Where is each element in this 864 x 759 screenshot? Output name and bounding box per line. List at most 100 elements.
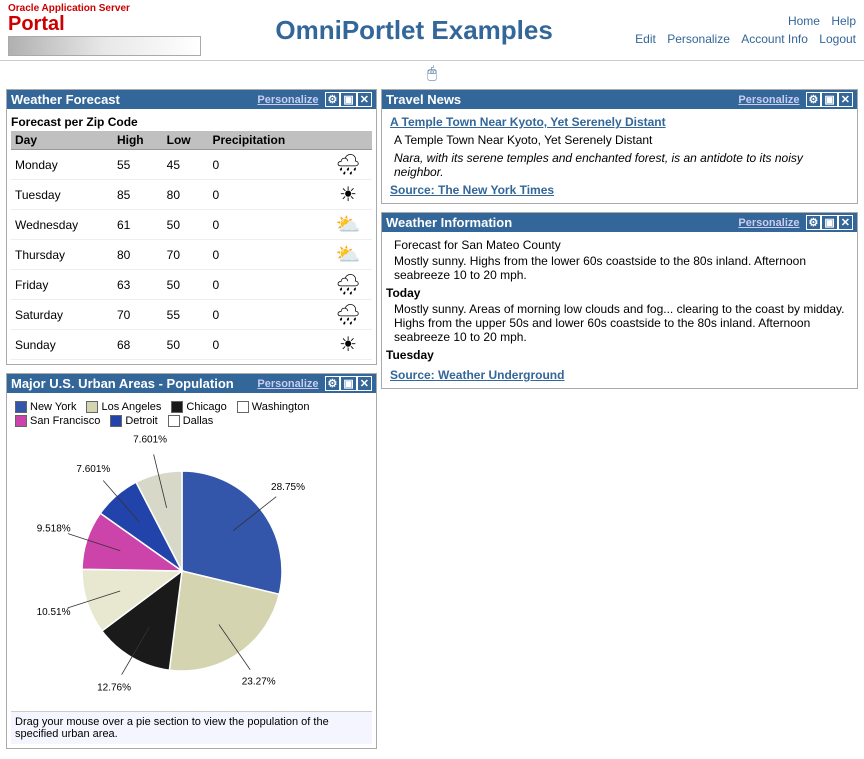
legend-item: New York: [15, 401, 76, 413]
oracle-line2: Portal: [8, 14, 201, 34]
population-header: Major U.S. Urban Areas - Population Pers…: [7, 374, 376, 393]
weather-forecast-body: Forecast per Zip Code Day High Low Preci…: [7, 109, 376, 364]
legend: New York Los Angeles Chicago Washington San …: [11, 397, 372, 431]
logout-link[interactable]: Logout: [819, 32, 856, 46]
legend-label: Washington: [252, 401, 310, 413]
table-row: Thursday 80 70 0 ⛅: [11, 240, 372, 270]
weather-source-link[interactable]: Source: Weather Underground: [386, 366, 853, 384]
right-column: Travel News Personalize ⚙ ▣ ✕ A Temple T…: [379, 87, 860, 399]
travel-close-icon[interactable]: ✕: [838, 92, 853, 107]
pie-chart: 28.75%23.27%12.76%10.51%9.518%7.601%7.60…: [32, 441, 352, 701]
chart-area[interactable]: 28.75%23.27%12.76%10.51%9.518%7.601%7.60…: [11, 431, 372, 711]
logo-bar: Oracle Application Server Portal: [8, 4, 201, 56]
pie-label: 7.601%: [133, 434, 167, 445]
weather-info-close-icon[interactable]: ✕: [838, 215, 853, 230]
weather-forecast-title: Weather Forecast: [11, 92, 257, 107]
low-cell: 70: [163, 240, 209, 270]
population-restore-icon[interactable]: ▣: [340, 376, 356, 391]
col-day: Day: [11, 131, 113, 150]
home-link[interactable]: Home: [788, 14, 820, 28]
icon-cell: 🌧: [324, 270, 372, 300]
col-high: High: [113, 131, 163, 150]
weather-days: Mostly sunny. Highs from the lower 60s c…: [386, 254, 853, 362]
legend-label: Los Angeles: [101, 401, 161, 413]
precip-cell: 0: [208, 300, 324, 330]
table-row: Wednesday 61 50 0 ⛅: [11, 210, 372, 240]
travel-restore-icon[interactable]: ▣: [821, 92, 837, 107]
col-icon: [324, 131, 372, 150]
weather-info-restore-icon[interactable]: ▣: [821, 215, 837, 230]
population-minimize-icon[interactable]: ⚙: [325, 376, 341, 391]
legend-color-box: [168, 415, 180, 427]
legend-item: Los Angeles: [86, 401, 161, 413]
oracle-logo: Oracle Application Server Portal: [8, 4, 201, 34]
legend-color-box: [171, 401, 183, 413]
legend-label: Dallas: [183, 415, 214, 427]
weather-personalize-link[interactable]: Personalize: [257, 94, 318, 106]
low-cell: 55: [163, 300, 209, 330]
logo-strip: [8, 36, 201, 56]
precip-cell: 0: [208, 150, 324, 180]
drag-note: Drag your mouse over a pie section to vi…: [11, 711, 372, 744]
legend-item: Washington: [237, 401, 310, 413]
day-text: Mostly sunny. Areas of morning low cloud…: [394, 302, 853, 344]
pie-label: 23.27%: [241, 677, 275, 688]
day-cell: Sunday: [11, 330, 113, 360]
low-cell: 50: [163, 330, 209, 360]
top-nav: Home Help Edit Personalize Account Info …: [627, 14, 856, 46]
col-low: Low: [163, 131, 209, 150]
high-cell: 85: [113, 180, 163, 210]
forecast-zip-label: Forecast per Zip Code: [11, 113, 372, 131]
article-link[interactable]: A Temple Town Near Kyoto, Yet Serenely D…: [386, 113, 853, 131]
day-cell: Thursday: [11, 240, 113, 270]
population-personalize-link[interactable]: Personalize: [257, 378, 318, 390]
personalize-link[interactable]: Personalize: [667, 32, 730, 46]
pie-label: 10.51%: [36, 607, 70, 618]
population-portlet: Major U.S. Urban Areas - Population Pers…: [6, 373, 377, 749]
icon-cell: ☀: [324, 330, 372, 360]
legend-label: Detroit: [125, 415, 157, 427]
pie-label: 7.601%: [76, 464, 110, 475]
weather-location: Forecast for San Mateo County: [394, 238, 853, 252]
day-cell: Wednesday: [11, 210, 113, 240]
day-cell: Tuesday: [11, 180, 113, 210]
weather-restore-icon[interactable]: ▣: [340, 92, 356, 107]
pie-label: 12.76%: [97, 682, 131, 693]
legend-label: New York: [30, 401, 76, 413]
icon-cell: ⛅: [324, 210, 372, 240]
precip-cell: 0: [208, 180, 324, 210]
legend-color-box: [237, 401, 249, 413]
travel-personalize-link[interactable]: Personalize: [738, 94, 799, 106]
weather-close-icon[interactable]: ✕: [357, 92, 372, 107]
forecast-table: Day High Low Precipitation Monday 55 45 …: [11, 131, 372, 360]
toolbar-arrow: 🖱: [0, 61, 864, 87]
col-precip: Precipitation: [208, 131, 324, 150]
legend-item: San Francisco: [15, 415, 100, 427]
high-cell: 55: [113, 150, 163, 180]
weather-info-portlet: Weather Information Personalize ⚙ ▣ ✕ Fo…: [381, 212, 858, 389]
icon-cell: 🌧: [324, 150, 372, 180]
legend-color-box: [86, 401, 98, 413]
table-row: Saturday 70 55 0 🌧: [11, 300, 372, 330]
weather-info-personalize-link[interactable]: Personalize: [738, 217, 799, 229]
high-cell: 61: [113, 210, 163, 240]
legend-item: Chicago: [171, 401, 226, 413]
travel-source-link[interactable]: Source: The New York Times: [386, 181, 853, 199]
edit-link[interactable]: Edit: [635, 32, 656, 46]
legend-item: Detroit: [110, 415, 157, 427]
weather-minimize-icon[interactable]: ⚙: [325, 92, 341, 107]
precip-cell: 0: [208, 330, 324, 360]
icon-cell: 🌧: [324, 300, 372, 330]
weather-forecast-portlet: Weather Forecast Personalize ⚙ ▣ ✕ Forec…: [6, 89, 377, 365]
help-link[interactable]: Help: [831, 14, 856, 28]
legend-label: San Francisco: [30, 415, 100, 427]
weather-info-minimize-icon[interactable]: ⚙: [806, 215, 822, 230]
population-close-icon[interactable]: ✕: [357, 376, 372, 391]
page-header: Oracle Application Server Portal OmniPor…: [0, 0, 864, 61]
account-info-link[interactable]: Account Info: [741, 32, 808, 46]
low-cell: 45: [163, 150, 209, 180]
population-body: New York Los Angeles Chicago Washington San …: [7, 393, 376, 748]
travel-news-portlet: Travel News Personalize ⚙ ▣ ✕ A Temple T…: [381, 89, 858, 204]
travel-minimize-icon[interactable]: ⚙: [806, 92, 822, 107]
low-cell: 50: [163, 270, 209, 300]
